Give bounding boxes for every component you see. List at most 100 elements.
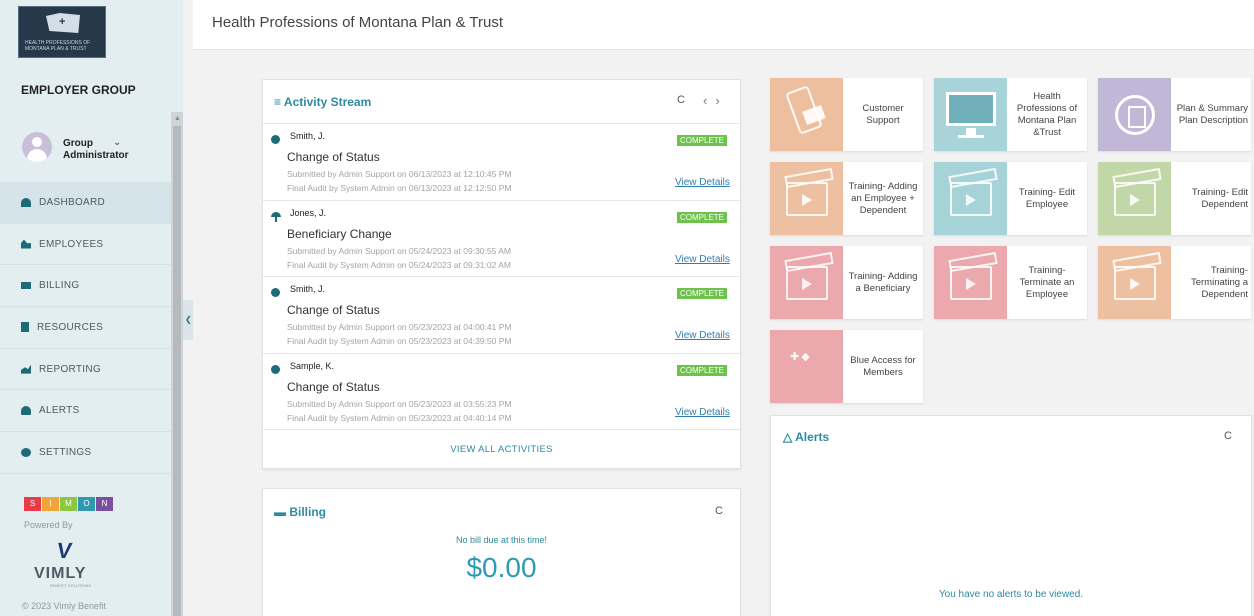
- activity-item: Smith, J. Change of Status Submitted by …: [263, 277, 740, 354]
- sidebar-scrollbar[interactable]: ▲: [171, 112, 183, 616]
- list-icon: ≡: [274, 95, 282, 109]
- status-badge: COMPLETE: [677, 364, 728, 376]
- view-details-link[interactable]: View Details: [675, 177, 730, 188]
- tile-label: Training- Edit Dependent: [1191, 186, 1248, 210]
- billing-message: No bill due at this time!: [455, 535, 548, 545]
- activity-employee: Sample, K.: [290, 360, 335, 371]
- sidebar-item-reporting[interactable]: REPORTING: [0, 349, 171, 391]
- view-details-link[interactable]: View Details: [675, 330, 730, 341]
- tile-training-edit-employee[interactable]: Training- Edit Employee: [934, 162, 1087, 235]
- refresh-icon[interactable]: C: [715, 505, 723, 517]
- activity-type: Change of Status: [287, 303, 380, 317]
- tile-hpmt[interactable]: Health Professions of Montana Plan &Trus…: [934, 78, 1087, 151]
- dashboard-icon: [21, 197, 31, 207]
- scroll-up-arrow-icon[interactable]: ▲: [174, 115, 181, 122]
- copyright: © 2023 Vimly Benefit: [22, 601, 107, 611]
- activity-audit: Final Audit by System Admin on 05/24/202…: [287, 259, 511, 270]
- user-name: Group Administrator: [63, 138, 129, 161]
- alerts-title: △ Alerts: [783, 430, 830, 444]
- tile-label: Customer Support: [862, 102, 904, 126]
- activity-submitted: Submitted by Admin Support on 06/13/2023…: [287, 169, 512, 179]
- book-icon: [21, 322, 29, 333]
- sidebar-item-settings[interactable]: SETTINGS: [0, 432, 171, 474]
- view-details-link[interactable]: View Details: [675, 254, 730, 265]
- tile-training-add-employee[interactable]: Training- Adding an Employee + Dependent: [770, 162, 923, 235]
- sidebar-item-employees[interactable]: EMPLOYEES: [0, 224, 171, 266]
- sidebar-item-billing[interactable]: BILLING: [0, 265, 171, 308]
- clapperboard-icon: [770, 246, 843, 319]
- activity-employee: Smith, J.: [290, 131, 326, 141]
- vimly-logo-text: VIMLY: [34, 565, 87, 582]
- sidebar-item-label: DASHBOARD: [39, 196, 106, 208]
- sidebar-item-label: EMPLOYEES: [39, 238, 104, 250]
- sidebar-collapse-toggle[interactable]: ❮: [183, 300, 193, 340]
- customer-support-icon: [770, 78, 843, 151]
- alerts-empty-message: You have no alerts to be viewed.: [938, 589, 1084, 600]
- tile-blue-access[interactable]: ✚◆ Blue Access for Members: [770, 330, 923, 403]
- activity-item: Jones, J. Beneficiary Change Submitted b…: [263, 201, 740, 277]
- gear-icon: [21, 447, 31, 457]
- page-header: Health Professions of Montana Plan & Tru…: [193, 0, 1254, 50]
- view-all-activities-link[interactable]: VIEW ALL ACTIVITIES: [263, 444, 740, 455]
- tile-training-terminate-employee[interactable]: Training- Terminate an Employee: [934, 246, 1087, 319]
- clapperboard-icon: [1098, 246, 1171, 319]
- activity-list: Smith, J. Change of Status Submitted by …: [263, 123, 740, 430]
- clapperboard-icon: [770, 162, 843, 235]
- status-badge: COMPLETE: [677, 135, 728, 146]
- avatar: [22, 132, 52, 162]
- logo-text: HEALTH PROFESSIONS OF MONTANA PLAN & TRU…: [25, 40, 91, 52]
- bcbs-logo-icon: ✚◆: [770, 330, 843, 403]
- activity-audit: Final Audit by System Admin on 05/23/202…: [287, 336, 512, 346]
- tile-label: Training- Adding a Beneficiary: [848, 270, 918, 294]
- simon-logo: S I M O N: [24, 497, 114, 511]
- sidebar-item-label: ALERTS: [39, 405, 80, 417]
- status-badge: COMPLETE: [677, 288, 728, 299]
- chart-icon: [21, 364, 31, 374]
- status-change-icon: [271, 288, 280, 297]
- sidebar-item-resources[interactable]: RESOURCES: [0, 307, 171, 349]
- sidebar-item-alerts[interactable]: ALERTS: [0, 390, 171, 433]
- document-icon: [1098, 78, 1171, 151]
- sidebar-item-label: REPORTING: [39, 363, 101, 375]
- powered-by-label: Powered By: [24, 520, 73, 530]
- activity-type: Change of Status: [287, 379, 380, 394]
- card-icon: [21, 282, 31, 290]
- tile-label: Training- Adding an Employee + Dependent: [848, 180, 918, 216]
- bell-icon: △: [783, 430, 793, 444]
- scrollbar-thumb[interactable]: [173, 126, 181, 616]
- tile-label: Blue Access for Members: [850, 354, 916, 378]
- clapperboard-icon: [1098, 162, 1171, 235]
- tile-label: Training- Edit Employee: [1018, 186, 1076, 210]
- user-menu[interactable]: Group Administrator ⌄: [0, 124, 171, 176]
- activity-audit: Final Audit by System Admin on 06/13/202…: [287, 183, 512, 193]
- chevron-right-icon[interactable]: ›: [715, 93, 727, 108]
- activity-submitted: Submitted by Admin Support on 05/24/2023…: [287, 245, 511, 256]
- tile-label: Health Professions of Montana Plan &Trus…: [1016, 90, 1078, 138]
- users-icon: [21, 239, 31, 249]
- sidebar-item-label: RESOURCES: [37, 321, 104, 333]
- tile-training-terminate-dependent[interactable]: Training- Terminating a Dependent: [1098, 246, 1251, 319]
- view-details-link[interactable]: View Details: [675, 407, 730, 418]
- chevron-left-icon[interactable]: ‹: [703, 93, 715, 108]
- activity-item: Sample, K. Change of Status Submitted by…: [263, 354, 740, 430]
- tile-label: Training- Terminating a Dependent: [1190, 264, 1248, 300]
- activity-type: Change of Status: [287, 150, 380, 164]
- refresh-icon[interactable]: C: [1224, 430, 1232, 442]
- tile-customer-support[interactable]: Customer Support: [770, 78, 923, 151]
- billing-amount: $0.00: [466, 552, 537, 583]
- tile-training-edit-dependent[interactable]: Training- Edit Dependent: [1098, 162, 1251, 235]
- refresh-icon[interactable]: C: [677, 94, 685, 106]
- card-icon: ▬: [274, 505, 286, 519]
- activity-stream-card: ≡ Activity Stream C ‹› Smith, J. Change …: [262, 79, 741, 469]
- activity-employee: Jones, J.: [290, 207, 327, 218]
- umbrella-icon: [271, 211, 281, 222]
- sidebar-item-dashboard[interactable]: DASHBOARD: [0, 182, 171, 224]
- status-change-icon: [271, 135, 280, 144]
- hpmt-logo[interactable]: + HEALTH PROFESSIONS OF MONTANA PLAN & T…: [18, 6, 106, 58]
- sidebar: + HEALTH PROFESSIONS OF MONTANA PLAN & T…: [0, 0, 183, 616]
- activity-employee: Smith, J.: [290, 284, 326, 294]
- tile-plan-spd[interactable]: Plan & Summary Plan Description: [1098, 78, 1251, 151]
- activity-audit: Final Audit by System Admin on 05/23/202…: [287, 412, 512, 423]
- tile-training-add-beneficiary[interactable]: Training- Adding a Beneficiary: [770, 246, 923, 319]
- chevron-down-icon[interactable]: ⌄: [113, 137, 121, 148]
